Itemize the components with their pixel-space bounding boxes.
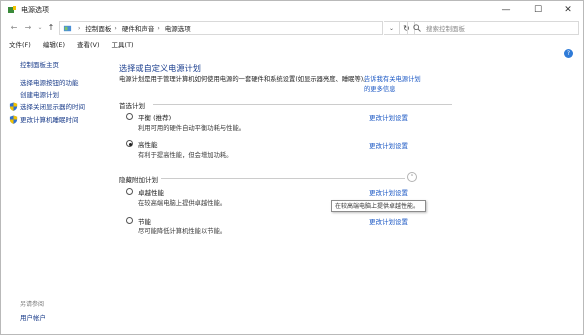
search-icon xyxy=(413,24,421,32)
power-options-window: 电源选项 — ☐ ✕ ← → ⌄ ↑ › 控制面板 › 硬件和声音 › 电源选项… xyxy=(0,0,584,335)
plan-desc-ultimate: 在较高端电脑上提供卓越性能。 xyxy=(138,200,227,207)
plan-desc-high-performance: 有利于提高性能，但会增加功耗。 xyxy=(138,152,233,159)
plan-desc-balanced: 利用可用的硬件自动平衡功耗与性能。 xyxy=(138,125,246,132)
left-pane: 控制面板主页 选择电源按钮的功能 创建电源计划 选择关闭显示器的时间 更改计算机… xyxy=(1,53,105,335)
navigation-bar: ← → ⌄ ↑ › 控制面板 › 硬件和声音 › 电源选项 ⌄ ↻ 搜索控制面板 xyxy=(1,19,583,37)
see-also-label: 另请参阅 xyxy=(20,301,45,308)
hidden-plans-label: 隐藏附加计划 xyxy=(119,176,158,184)
collapse-icon[interactable]: ⌃ xyxy=(407,172,417,182)
plan-name-ultimate[interactable]: 卓越性能 xyxy=(138,187,164,197)
turn-off-display-link[interactable]: 选择关闭显示器的时间 xyxy=(20,101,85,111)
breadcrumb-separator: › xyxy=(114,24,117,32)
back-button[interactable]: ← xyxy=(9,22,19,34)
power-options-icon xyxy=(8,6,16,13)
change-sleep-time-link[interactable]: 更改计算机睡眠时间 xyxy=(20,114,79,124)
change-plan-settings-link[interactable]: 更改计划设置 xyxy=(369,187,408,197)
group-divider xyxy=(153,104,452,105)
create-power-plan-link[interactable]: 创建电源计划 xyxy=(20,89,59,99)
window-title: 电源选项 xyxy=(21,6,49,14)
plan-desc-power-saver: 尽可能降低计算机性能以节能。 xyxy=(138,228,227,235)
maximize-button[interactable]: ☐ xyxy=(523,1,553,19)
change-plan-settings-link[interactable]: 更改计划设置 xyxy=(369,140,408,150)
plan-name-balanced[interactable]: 平衡 (推荐) xyxy=(138,112,171,122)
plan-radio-balanced[interactable] xyxy=(126,113,133,120)
main-content: 选择或自定义电源计划 电源计划是用于管理计算机如何使用电源的一套硬件和系统设置(… xyxy=(119,53,579,335)
breadcrumb-hardware-sound[interactable]: 硬件和声音 xyxy=(122,23,155,33)
address-dropdown-button[interactable]: ⌄ xyxy=(384,21,400,35)
menu-view[interactable]: 查看(V) xyxy=(77,39,100,51)
breadcrumb-control-panel[interactable]: 控制面板 xyxy=(85,23,111,33)
plan-radio-high-performance[interactable] xyxy=(126,140,133,147)
control-panel-icon xyxy=(63,25,72,31)
preferred-plans-label: 首选计划 xyxy=(119,102,145,110)
search-placeholder: 搜索控制面板 xyxy=(426,25,465,33)
group-divider xyxy=(161,178,405,179)
choose-power-button-link[interactable]: 选择电源按钮的功能 xyxy=(20,77,79,87)
breadcrumb-separator: › xyxy=(78,24,81,32)
breadcrumb-separator: › xyxy=(157,24,160,32)
menu-tools[interactable]: 工具(T) xyxy=(112,39,134,51)
plan-radio-ultimate[interactable] xyxy=(126,188,133,195)
tooltip: 在较高端电脑上提供卓越性能。 xyxy=(331,200,426,212)
menu-edit[interactable]: 编辑(E) xyxy=(43,39,65,51)
plan-radio-power-saver[interactable] xyxy=(126,217,133,224)
minimize-button[interactable]: — xyxy=(491,1,521,19)
control-panel-home-link[interactable]: 控制面板主页 xyxy=(20,59,59,69)
title-bar: 电源选项 — ☐ ✕ xyxy=(1,1,583,19)
menu-bar: 文件(F) 编辑(E) 查看(V) 工具(T) xyxy=(1,39,583,51)
shield-icon xyxy=(9,115,18,124)
plan-name-high-performance[interactable]: 高性能 xyxy=(138,139,158,149)
address-bar[interactable]: › 控制面板 › 硬件和声音 › 电源选项 xyxy=(59,21,383,35)
user-accounts-link[interactable]: 用户帐户 xyxy=(20,312,46,322)
recent-locations-button[interactable]: ⌄ xyxy=(35,22,45,34)
plan-name-power-saver[interactable]: 节能 xyxy=(138,216,151,226)
close-button[interactable]: ✕ xyxy=(553,1,583,19)
search-box[interactable]: 搜索控制面板 xyxy=(407,21,579,35)
shield-icon xyxy=(9,102,18,111)
breadcrumb-power-options[interactable]: 电源选项 xyxy=(165,23,191,33)
change-plan-settings-link[interactable]: 更改计划设置 xyxy=(369,112,408,122)
page-title: 选择或自定义电源计划 xyxy=(119,63,201,73)
menu-file[interactable]: 文件(F) xyxy=(9,39,31,51)
change-plan-settings-link[interactable]: 更改计划设置 xyxy=(369,216,408,226)
forward-button[interactable]: → xyxy=(23,22,33,34)
up-button[interactable]: ↑ xyxy=(46,22,56,34)
more-info-link[interactable]: 告诉我有关电源计划的更多信息 xyxy=(364,75,424,94)
